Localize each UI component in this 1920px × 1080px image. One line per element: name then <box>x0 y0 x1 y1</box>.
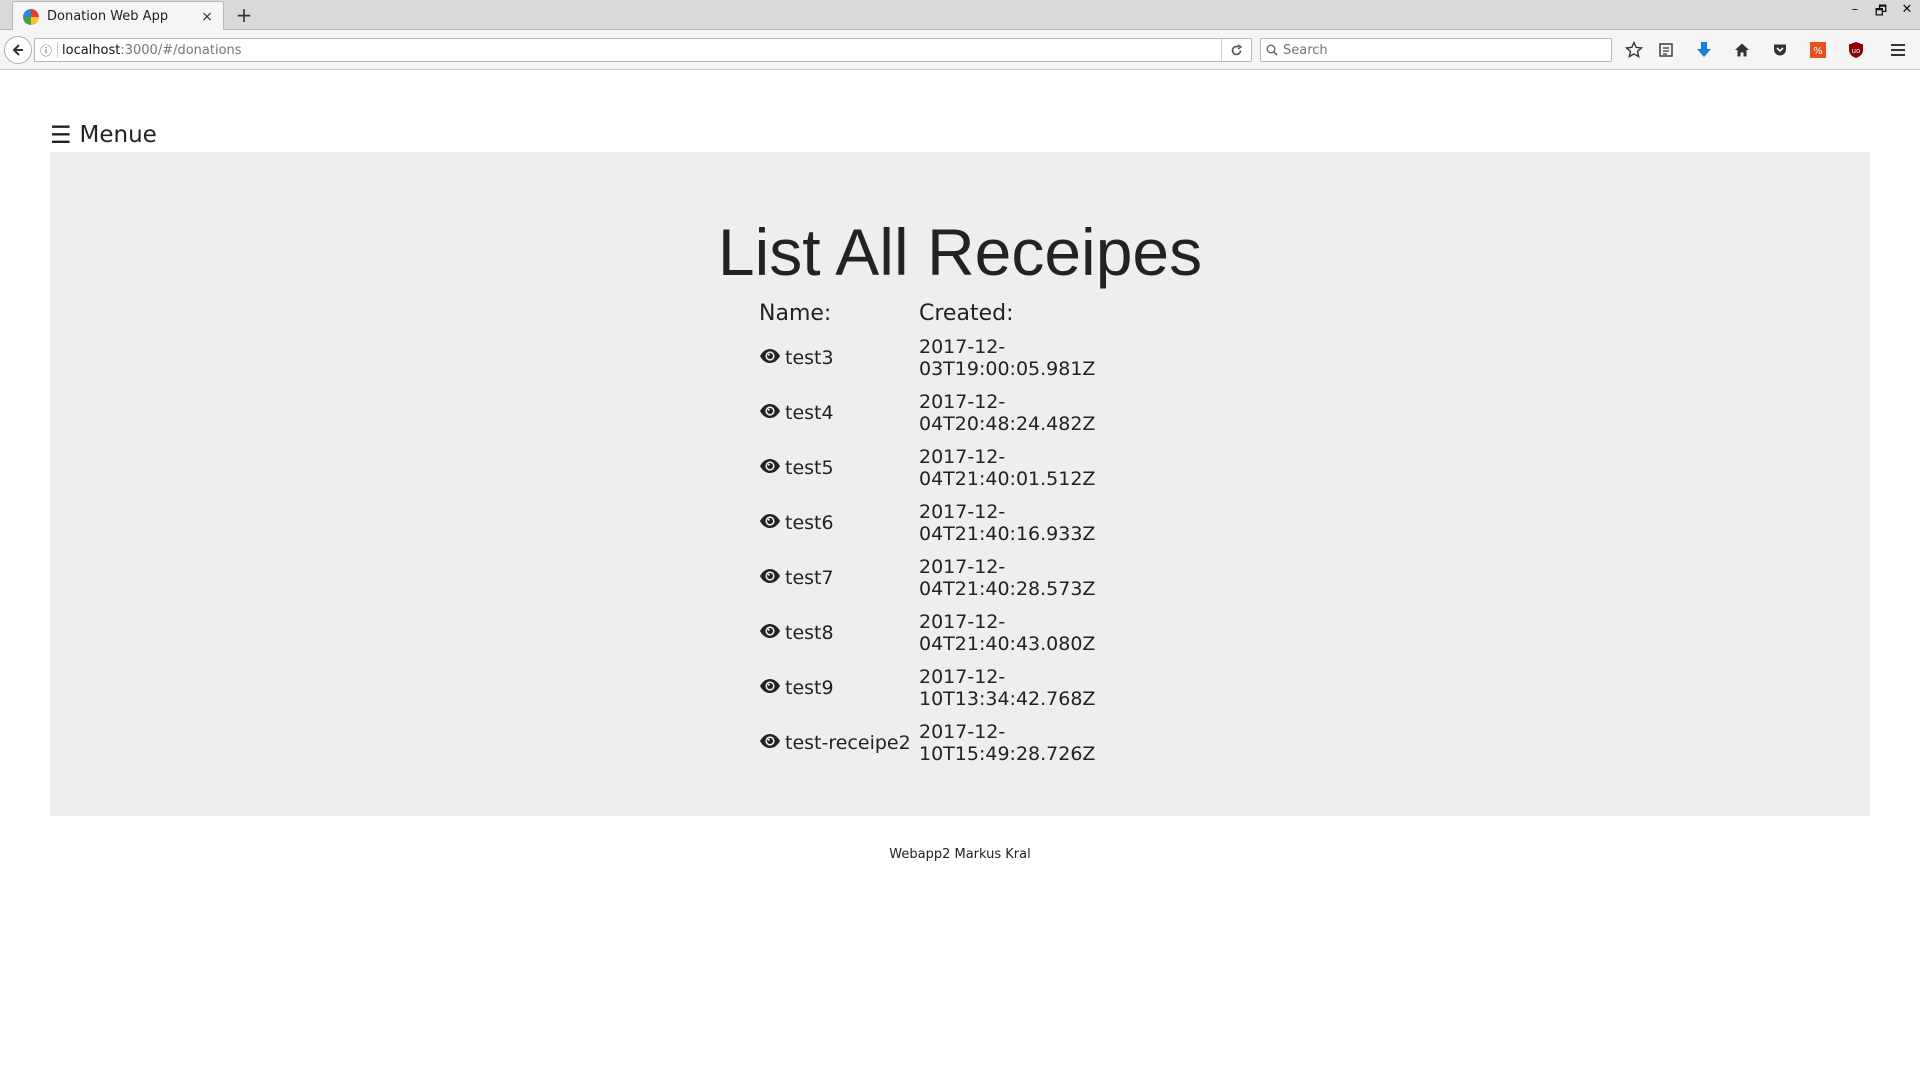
favicon-icon <box>23 8 39 25</box>
column-header-name: Name: <box>759 300 832 326</box>
download-icon[interactable] <box>1692 38 1716 62</box>
extension-icon[interactable]: % <box>1806 38 1830 62</box>
receipe-created: 2017-12-10T13:34:42.768Z <box>919 665 1096 710</box>
eye-icon[interactable] <box>759 403 781 419</box>
column-header-created: Created: <box>919 300 1014 326</box>
url-path: :3000/#/donations <box>120 42 242 58</box>
receipe-name: test5 <box>785 456 834 479</box>
bookmark-star-icon[interactable] <box>1622 38 1646 62</box>
minimize-icon[interactable]: – <box>1846 2 1864 17</box>
eye-icon[interactable] <box>759 678 781 694</box>
close-window-icon[interactable]: ✕ <box>1898 2 1916 17</box>
eye-icon[interactable] <box>759 513 781 529</box>
table-row: test5 2017-12-04T21:40:01.512Z <box>759 440 1179 495</box>
table-row: test6 2017-12-04T21:40:16.933Z <box>759 495 1179 550</box>
back-arrow-icon <box>12 44 23 56</box>
receipe-created: 2017-12-04T21:40:16.933Z <box>919 500 1096 545</box>
receipe-link[interactable]: test9 <box>759 677 919 699</box>
receipe-name: test-receipe2 <box>785 731 911 754</box>
page-title: List All Receipes <box>717 215 1203 289</box>
receipe-created: 2017-12-04T21:40:01.512Z <box>919 445 1096 490</box>
receipe-name: test7 <box>785 566 834 589</box>
tab-title: Donation Web App <box>47 9 169 24</box>
url-separator <box>57 42 58 58</box>
table-row: test-receipe2 2017-12-10T15:49:28.726Z <box>759 715 1179 770</box>
hamburger-menu-icon[interactable] <box>1886 38 1910 62</box>
eye-icon[interactable] <box>759 623 781 639</box>
home-icon[interactable] <box>1730 38 1754 62</box>
receipe-name: test8 <box>785 621 834 644</box>
receipes-table: Name: Created: test3 2017-12-03T19:00:05.… <box>759 298 1179 768</box>
table-row: test7 2017-12-04T21:40:28.573Z <box>759 550 1179 605</box>
footer-text: Webapp2 Markus Kral <box>889 847 1031 862</box>
table-row: test3 2017-12-03T19:00:05.981Z <box>759 330 1179 385</box>
search-bar[interactable] <box>1260 38 1612 62</box>
svg-text:uo: uo <box>1852 47 1861 55</box>
table-row: test9 2017-12-10T13:34:42.768Z <box>759 660 1179 715</box>
menu-label: Menue <box>79 122 157 148</box>
tab-strip: Donation Web App × + – 🗗 ✕ <box>0 0 1920 31</box>
eye-icon[interactable] <box>759 458 781 474</box>
eye-icon[interactable] <box>759 348 781 364</box>
receipe-name: test4 <box>785 401 834 424</box>
receipe-created: 2017-12-04T21:40:43.080Z <box>919 610 1096 655</box>
receipe-link[interactable]: test-receipe2 <box>759 732 919 754</box>
receipe-created: 2017-12-04T21:40:28.573Z <box>919 555 1096 600</box>
content-panel: List All Receipes Name: Created: test3 20… <box>50 152 1870 816</box>
navigation-toolbar: ⓘ localhost:3000/#/donations % uo <box>0 30 1920 70</box>
table-header: Name: Created: <box>759 298 1179 328</box>
table-row: test4 2017-12-04T20:48:24.482Z <box>759 385 1179 440</box>
receipe-link[interactable]: test6 <box>759 512 919 534</box>
url-host: localhost <box>62 42 121 58</box>
reload-icon[interactable] <box>1221 39 1251 61</box>
receipe-name: test6 <box>785 511 834 534</box>
reading-list-icon[interactable] <box>1654 38 1678 62</box>
receipe-link[interactable]: test8 <box>759 622 919 644</box>
eye-icon[interactable] <box>759 568 781 584</box>
back-button[interactable] <box>4 36 32 64</box>
receipe-link[interactable]: test7 <box>759 567 919 589</box>
search-input[interactable] <box>1283 40 1611 60</box>
svg-text:%: % <box>1813 46 1823 57</box>
ublock-icon[interactable]: uo <box>1844 38 1868 62</box>
hamburger-icon: ☰ <box>50 121 72 149</box>
address-bar[interactable]: ⓘ localhost:3000/#/donations <box>34 38 1252 62</box>
menu-toggle-button[interactable]: ☰ Menue <box>50 120 157 150</box>
site-info-icon[interactable]: ⓘ <box>35 42 57 59</box>
restore-icon[interactable]: 🗗 <box>1872 2 1890 24</box>
new-tab-button[interactable]: + <box>232 3 256 27</box>
receipe-created: 2017-12-03T19:00:05.981Z <box>919 335 1096 380</box>
receipe-name: test3 <box>785 346 834 369</box>
table-row: test8 2017-12-04T21:40:43.080Z <box>759 605 1179 660</box>
receipe-link[interactable]: test5 <box>759 457 919 479</box>
tab-donation-web-app[interactable]: Donation Web App × <box>12 1 224 31</box>
eye-icon[interactable] <box>759 733 781 749</box>
receipe-name: test9 <box>785 676 834 699</box>
receipe-created: 2017-12-10T15:49:28.726Z <box>919 720 1096 765</box>
receipe-created: 2017-12-04T20:48:24.482Z <box>919 390 1096 435</box>
receipe-link[interactable]: test3 <box>759 347 919 369</box>
pocket-icon[interactable] <box>1768 38 1792 62</box>
table-body: test3 2017-12-03T19:00:05.981Z test4 2017-1… <box>759 328 1179 768</box>
receipe-link[interactable]: test4 <box>759 402 919 424</box>
tab-close-icon[interactable]: × <box>199 9 215 25</box>
search-icon <box>1261 44 1283 56</box>
